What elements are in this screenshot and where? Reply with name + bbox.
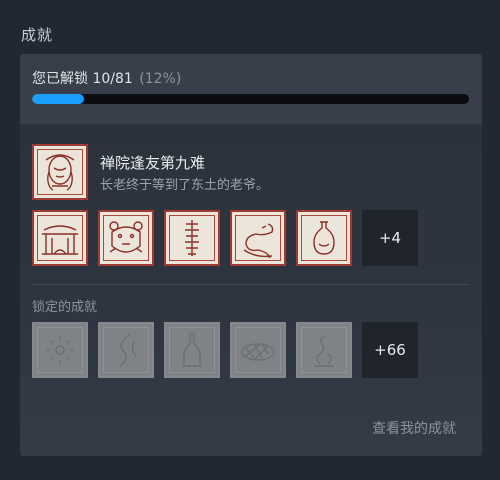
gourd-vase-icon[interactable] xyxy=(296,210,352,266)
latest-achievement-title: 禅院逢友第九难 xyxy=(100,154,206,172)
bottle-icon[interactable] xyxy=(164,322,220,378)
view-my-achievements-link[interactable]: 查看我的成就 xyxy=(372,418,456,438)
section-title: 成就 xyxy=(21,26,54,44)
spine-scroll-icon[interactable] xyxy=(164,210,220,266)
progress-bar-fill xyxy=(32,94,85,104)
achievements-panel: 您已解锁 10/81 (12%) 禅院逢友第九难 长老终于等到了东土的老爷。 +… xyxy=(20,54,482,456)
serpent-icon[interactable] xyxy=(230,210,286,266)
latest-achievement-description: 长老终于等到了东土的老爷。 xyxy=(100,178,270,193)
sun-rays-icon[interactable] xyxy=(32,322,88,378)
progress-percent: (12%) xyxy=(139,71,182,87)
more-unlocked-button[interactable]: +4 xyxy=(362,210,418,266)
bear-face-icon[interactable] xyxy=(98,210,154,266)
sleeping-figure-icon xyxy=(32,144,88,200)
progress-bar xyxy=(32,94,469,104)
smoke-spiral-icon[interactable] xyxy=(296,322,352,378)
locked-achievements-label: 锁定的成就 xyxy=(32,300,98,315)
unlocked-achievements-row: +4 xyxy=(32,210,418,266)
divider xyxy=(32,284,469,285)
latest-achievement[interactable]: 禅院逢友第九难 长老终于等到了东土的老爷。 xyxy=(32,144,269,200)
flame-wisp-icon[interactable] xyxy=(98,322,154,378)
progress-count: 您已解锁 10/81 xyxy=(32,71,133,87)
temple-gate-icon[interactable] xyxy=(32,210,88,266)
locked-achievements-row: +66 xyxy=(32,322,418,378)
progress-text: 您已解锁 10/81 (12%) xyxy=(32,68,181,88)
progress-box: 您已解锁 10/81 (12%) xyxy=(20,54,482,124)
more-locked-button[interactable]: +66 xyxy=(362,322,418,378)
woven-basket-icon[interactable] xyxy=(230,322,286,378)
